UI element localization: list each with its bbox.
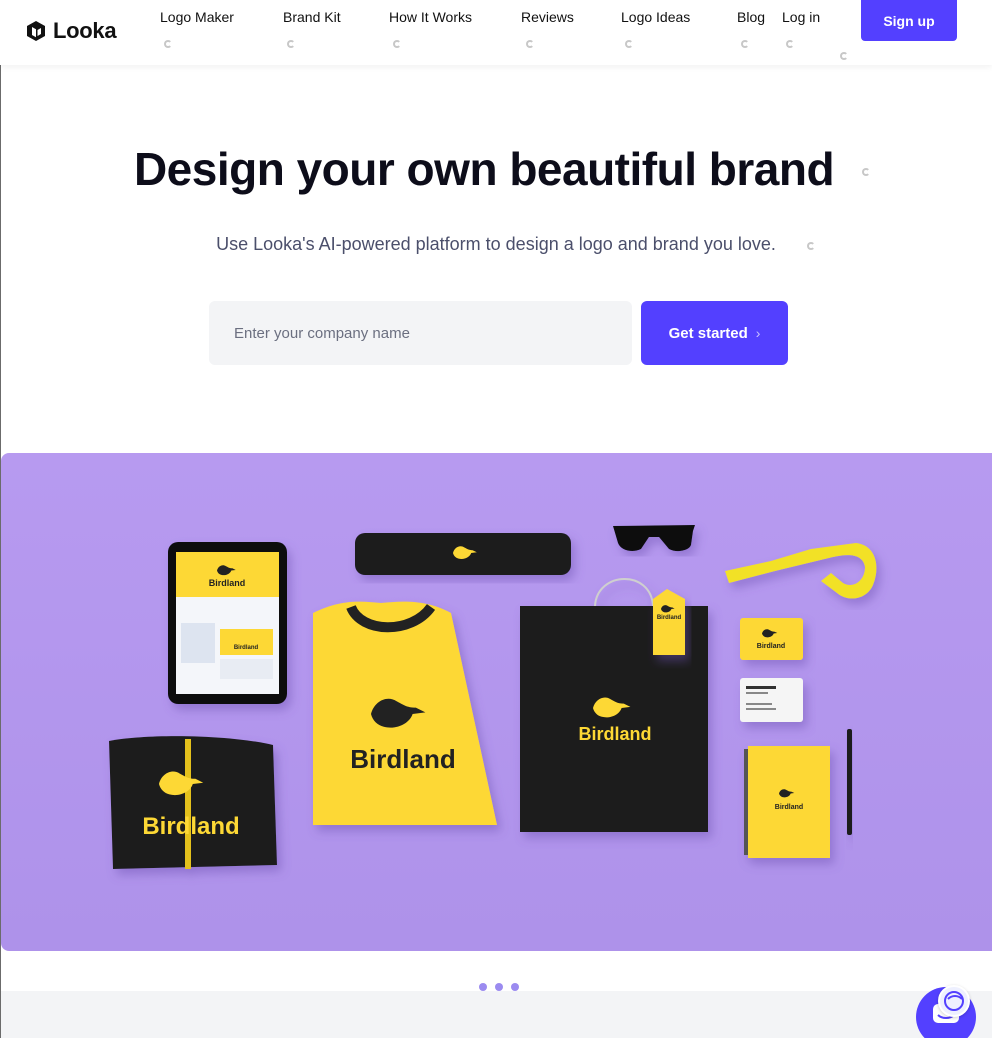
svg-text:Birdland: Birdland [578,724,651,744]
loading-spinner-icon [287,40,295,48]
svg-text:Birdland: Birdland [757,643,785,650]
nav-logo-maker[interactable]: Logo Maker [160,9,234,25]
login-link[interactable]: Log in [782,9,820,25]
chevron-right-icon: › [755,325,761,341]
loading-spinner-icon [625,40,633,48]
hero-title: Design your own beautiful brand [133,143,835,195]
nav-blog[interactable]: Blog [737,9,765,25]
svg-text:Birdland: Birdland [142,813,239,840]
loading-spinner-icon [862,168,870,176]
company-name-input[interactable] [209,301,632,365]
svg-text:Birdland: Birdland [657,615,682,621]
hero-subtitle: Use Looka's AI-powered platform to desig… [216,234,776,254]
get-started-label: Get started [668,324,748,342]
logo-text: Looka [53,18,117,43]
nav-brand-kit[interactable]: Brand Kit [283,9,341,25]
loading-spinner-icon [786,40,794,48]
signup-button[interactable]: Sign up [861,0,957,41]
loading-spinner-icon [807,242,815,250]
nav-how-it-works[interactable]: How It Works [389,9,472,25]
brand-mockup-showcase: Birdland Birdland Birdland Birdland Bird… [1,453,992,951]
svg-text:Birdland: Birdland [209,578,246,588]
svg-text:Birdland: Birdland [350,744,455,774]
carousel-dots [479,983,519,991]
carousel-dot[interactable] [511,983,519,991]
loading-spinner-icon [741,40,749,48]
carousel-dot[interactable] [479,983,487,991]
svg-text:Birdland: Birdland [775,804,803,811]
brand-mockup-illustration: Birdland Birdland Birdland Birdland Bird… [109,525,877,869]
support-agent-icon [944,991,964,1011]
loading-spinner-icon [840,52,848,60]
looka-hexagon-icon [27,21,45,41]
carousel-dot[interactable] [495,983,503,991]
site-header: Looka Logo Maker Brand Kit How It Works … [0,0,992,65]
nav-reviews[interactable]: Reviews [521,9,574,25]
next-section [1,991,992,1038]
chat-notification-badge-icon[interactable] [938,985,970,1017]
svg-text:Birdland: Birdland [234,645,259,651]
loading-spinner-icon [164,40,172,48]
loading-spinner-icon [393,40,401,48]
looka-logo[interactable]: Looka [25,18,117,44]
nav-logo-ideas[interactable]: Logo Ideas [621,9,690,25]
get-started-button[interactable]: Get started › [641,301,788,365]
loading-spinner-icon [526,40,534,48]
